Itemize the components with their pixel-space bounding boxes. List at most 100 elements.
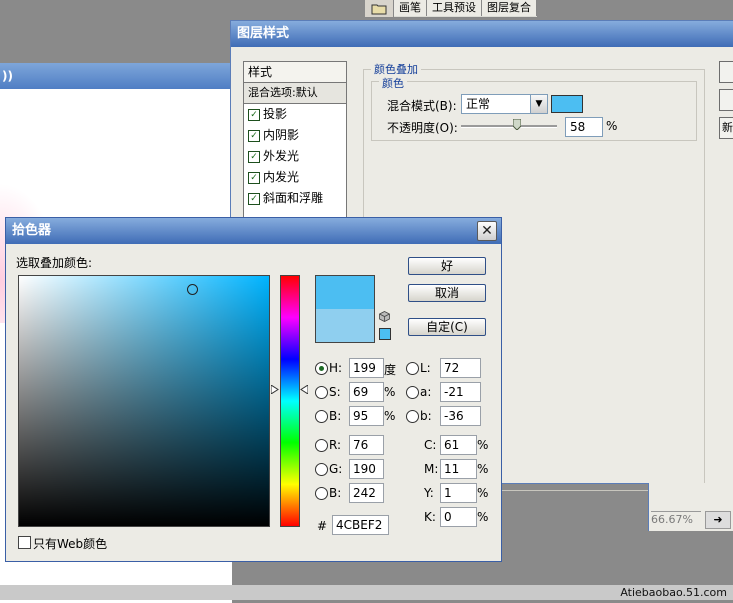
blue-value: 242 bbox=[353, 486, 376, 500]
radio-r[interactable] bbox=[315, 439, 328, 452]
style-item-inner-shadow[interactable]: ✓ 内阴影 bbox=[244, 125, 346, 146]
checkbox-checked-icon[interactable]: ✓ bbox=[248, 171, 260, 184]
chevron-down-icon[interactable]: ▼ bbox=[530, 94, 548, 114]
web-safe-color-swatch[interactable] bbox=[379, 328, 391, 340]
style-item-label: 内发光 bbox=[263, 170, 300, 184]
a-label: a: bbox=[420, 385, 432, 399]
radio-lab-b[interactable] bbox=[406, 410, 419, 423]
overlay-color-swatch[interactable] bbox=[551, 95, 583, 113]
m-value: 11 bbox=[444, 462, 460, 476]
tab-tool-presets[interactable]: 工具预设 bbox=[427, 0, 482, 16]
k-value: 0 bbox=[444, 510, 452, 524]
k-input[interactable]: 0 bbox=[440, 507, 477, 527]
blue-input[interactable]: 242 bbox=[349, 483, 384, 503]
radio-g[interactable] bbox=[315, 463, 328, 476]
color-picker-title: 拾色器 bbox=[6, 218, 501, 244]
b-input[interactable]: 95 bbox=[349, 406, 384, 426]
old-color-swatch[interactable] bbox=[316, 309, 374, 342]
checkbox-checked-icon[interactable]: ✓ bbox=[248, 129, 260, 142]
c-input[interactable]: 61 bbox=[440, 435, 477, 455]
cancel-button[interactable]: 取消 bbox=[408, 284, 486, 302]
g-value: 190 bbox=[353, 462, 376, 476]
ok-button-partial[interactable] bbox=[719, 61, 733, 83]
color-marker[interactable] bbox=[186, 283, 198, 295]
checkbox-checked-icon[interactable]: ✓ bbox=[248, 150, 260, 163]
opacity-input[interactable]: 58 bbox=[565, 117, 603, 137]
hue-slider[interactable] bbox=[280, 275, 300, 527]
lab-b-value: -36 bbox=[444, 409, 464, 423]
a-value: -21 bbox=[444, 385, 464, 399]
sb-black-layer bbox=[19, 276, 269, 526]
s-value: 69 bbox=[353, 385, 369, 399]
hue-arrow-left-icon[interactable] bbox=[270, 383, 279, 395]
opacity-slider-track[interactable] bbox=[461, 125, 557, 128]
close-icon[interactable]: ✕ bbox=[477, 221, 497, 241]
checkbox-checked-icon[interactable]: ✓ bbox=[248, 192, 260, 205]
radio-l[interactable] bbox=[406, 362, 419, 375]
web-only-checkbox[interactable] bbox=[18, 536, 31, 549]
color-preview bbox=[315, 275, 375, 343]
lab-b-input[interactable]: -36 bbox=[440, 406, 481, 426]
hex-label: # bbox=[317, 519, 328, 533]
ok-button[interactable]: 好 bbox=[408, 257, 486, 275]
opacity-slider-thumb[interactable] bbox=[512, 118, 522, 131]
navigator-panel: 66.67% ➜ bbox=[648, 483, 733, 531]
style-list: 样式 混合选项:默认 ✓ 投影 ✓ 内阴影 ✓ 外发光 ✓ 内发光 ✓ 斜面和浮雕 bbox=[243, 61, 347, 223]
custom-label: 自定(C) bbox=[426, 320, 468, 334]
folder-icon[interactable] bbox=[365, 0, 394, 17]
checkbox-checked-icon[interactable]: ✓ bbox=[248, 108, 260, 121]
new-style-label: 新 bbox=[722, 121, 733, 134]
radio-h[interactable] bbox=[315, 362, 328, 375]
b-label: B: bbox=[329, 409, 342, 423]
hex-input[interactable]: 4CBEF2 bbox=[332, 515, 389, 535]
tab-layer-comps[interactable]: 图层复合 bbox=[482, 0, 537, 16]
new-style-button-partial[interactable]: 新 bbox=[719, 117, 733, 139]
panel-tab-bar: 画笔 工具预设 图层复合 bbox=[365, 0, 537, 18]
hue-arrow-right-icon[interactable] bbox=[300, 383, 309, 395]
m-label: M: bbox=[424, 462, 439, 476]
blend-mode-label: 混合模式(B): bbox=[387, 99, 457, 113]
blend-options-item[interactable]: 混合选项:默认 bbox=[244, 83, 346, 104]
radio-blue[interactable] bbox=[315, 487, 328, 500]
color-group-label: 颜色 bbox=[379, 75, 407, 91]
m-input[interactable]: 11 bbox=[440, 459, 477, 479]
s-input[interactable]: 69 bbox=[349, 382, 384, 402]
r-value: 76 bbox=[353, 438, 369, 452]
y-value: 1 bbox=[444, 486, 452, 500]
custom-colors-button[interactable]: 自定(C) bbox=[408, 318, 486, 336]
g-input[interactable]: 190 bbox=[349, 459, 384, 479]
web-only-label: 只有Web颜色 bbox=[33, 537, 108, 551]
layer-style-title: 图层样式 bbox=[231, 21, 733, 47]
radio-b[interactable] bbox=[315, 410, 328, 423]
picker-caption: 选取叠加颜色: bbox=[16, 256, 93, 270]
document-window-title: )) bbox=[0, 63, 232, 89]
g-label: G: bbox=[329, 462, 343, 476]
y-input[interactable]: 1 bbox=[440, 483, 477, 503]
hex-value: 4CBEF2 bbox=[336, 518, 383, 532]
zoom-arrow-icon[interactable]: ➜ bbox=[705, 511, 731, 529]
h-input[interactable]: 199 bbox=[349, 358, 384, 378]
new-color-swatch bbox=[316, 276, 374, 309]
cancel-label: 取消 bbox=[434, 286, 459, 300]
style-item-label: 内阴影 bbox=[263, 128, 300, 142]
radio-s[interactable] bbox=[315, 386, 328, 399]
style-item-bevel-emboss[interactable]: ✓ 斜面和浮雕 bbox=[244, 188, 346, 209]
saturation-brightness-field[interactable] bbox=[18, 275, 270, 527]
style-item-inner-glow[interactable]: ✓ 内发光 bbox=[244, 167, 346, 188]
c-value: 61 bbox=[444, 438, 460, 452]
a-input[interactable]: -21 bbox=[440, 382, 481, 402]
radio-a[interactable] bbox=[406, 386, 419, 399]
cancel-button-partial[interactable] bbox=[719, 89, 733, 111]
gamut-cube-icon[interactable] bbox=[379, 311, 390, 322]
style-item-drop-shadow[interactable]: ✓ 投影 bbox=[244, 104, 346, 125]
zoom-readout[interactable]: 66.67% bbox=[651, 511, 701, 528]
style-list-header[interactable]: 样式 bbox=[244, 62, 346, 83]
style-item-outer-glow[interactable]: ✓ 外发光 bbox=[244, 146, 346, 167]
r-input[interactable]: 76 bbox=[349, 435, 384, 455]
l-value: 72 bbox=[444, 361, 460, 375]
tab-brushes[interactable]: 画笔 bbox=[394, 0, 427, 16]
watermark-credit: Atiebaobao.51.com bbox=[620, 586, 727, 599]
l-input[interactable]: 72 bbox=[440, 358, 481, 378]
r-label: R: bbox=[329, 438, 342, 452]
y-unit: % bbox=[477, 486, 489, 500]
